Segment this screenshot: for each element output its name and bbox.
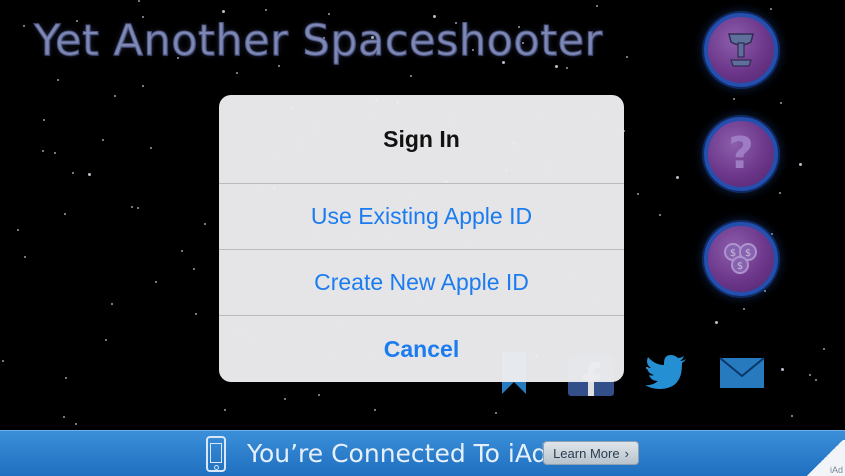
cancel-button[interactable]: Cancel	[219, 316, 624, 382]
dialog-header: Sign In	[219, 95, 624, 184]
iad-corner-label: iAd	[829, 465, 843, 475]
phone-icon	[206, 436, 226, 472]
dialog-title: Sign In	[383, 125, 460, 152]
learn-more-button[interactable]: Learn More ›	[543, 441, 639, 465]
create-new-apple-id-button[interactable]: Create New Apple ID	[219, 250, 624, 316]
iad-banner[interactable]: You’re Connected To iAd Learn More › iAd	[0, 430, 845, 476]
learn-more-label: Learn More	[553, 445, 620, 461]
use-existing-apple-id-button[interactable]: Use Existing Apple ID	[219, 184, 624, 250]
chevron-right-icon: ›	[624, 445, 629, 461]
ad-text: You’re Connected To iAd	[247, 439, 548, 468]
sign-in-dialog: Sign In Use Existing Apple ID Create New…	[219, 95, 624, 382]
